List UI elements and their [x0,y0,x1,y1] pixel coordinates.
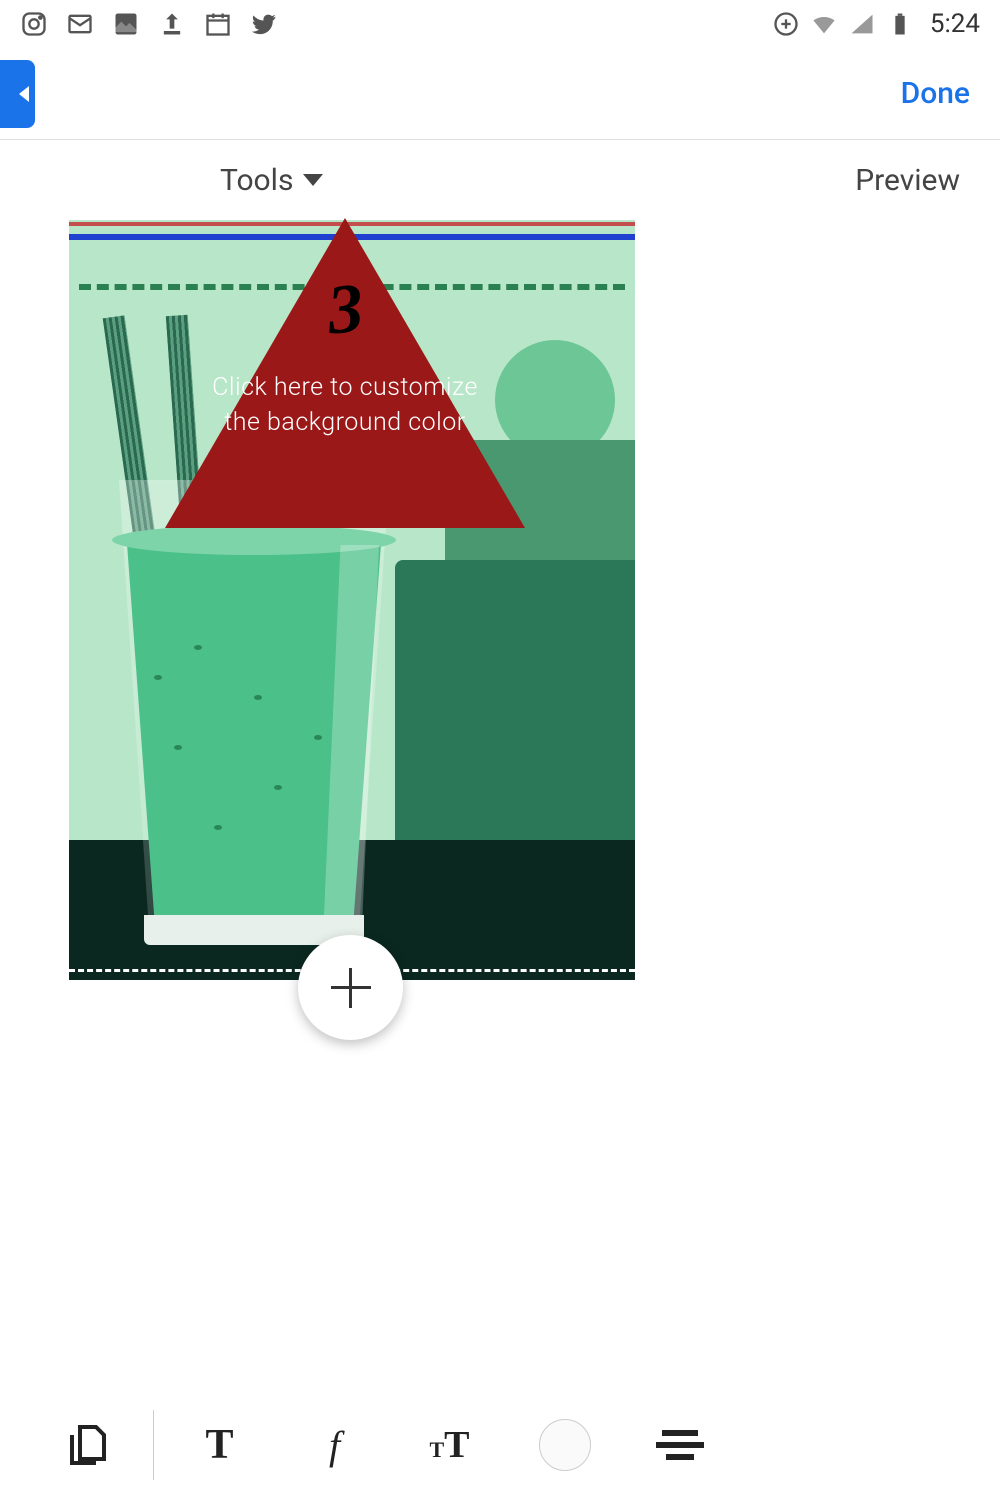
wifi-icon [810,10,838,38]
done-button[interactable]: Done [901,76,970,111]
signal-icon [848,10,876,38]
tutorial-step-number: 3 [324,269,366,352]
twitter-icon [250,10,278,38]
gmail-icon [66,10,94,38]
top-nav: Done [0,48,1000,140]
tools-dropdown[interactable]: Tools [220,163,323,198]
gallery-icon [112,10,140,38]
data-saver-icon [772,10,800,38]
secondary-nav: Tools Preview [0,140,1000,220]
status-bar-left [20,10,278,38]
toolbar-divider [153,1410,154,1480]
chevron-down-icon [303,174,323,186]
instagram-icon [20,10,48,38]
color-circle-icon [539,1419,591,1471]
bold-text-icon: T [205,1421,233,1469]
pages-tool[interactable] [30,1410,145,1480]
alignment-icon [656,1430,704,1460]
bottom-toolbar: T f TT [0,1390,1000,1500]
tutorial-text: Click here to customize the background c… [205,370,485,440]
italic-font-icon: f [329,1422,340,1469]
add-button[interactable] [298,935,403,1040]
back-button[interactable] [0,60,35,128]
tutorial-tooltip-content: 3 Click here to customize the background… [205,270,485,440]
bold-text-tool[interactable]: T [162,1410,277,1480]
alignment-tool[interactable] [622,1410,737,1480]
status-time: 5:24 [930,9,980,39]
color-picker-tool[interactable] [507,1410,622,1480]
preview-button[interactable]: Preview [855,163,960,198]
pages-icon [64,1421,112,1469]
battery-icon [886,10,914,38]
status-bar: 5:24 [0,0,1000,48]
calendar-icon [204,10,232,38]
font-style-tool[interactable]: f [277,1410,392,1480]
upload-icon [158,10,186,38]
status-bar-right: 5:24 [772,9,980,39]
text-size-icon: TT [429,1423,469,1467]
tools-label: Tools [220,163,293,198]
text-size-tool[interactable]: TT [392,1410,507,1480]
